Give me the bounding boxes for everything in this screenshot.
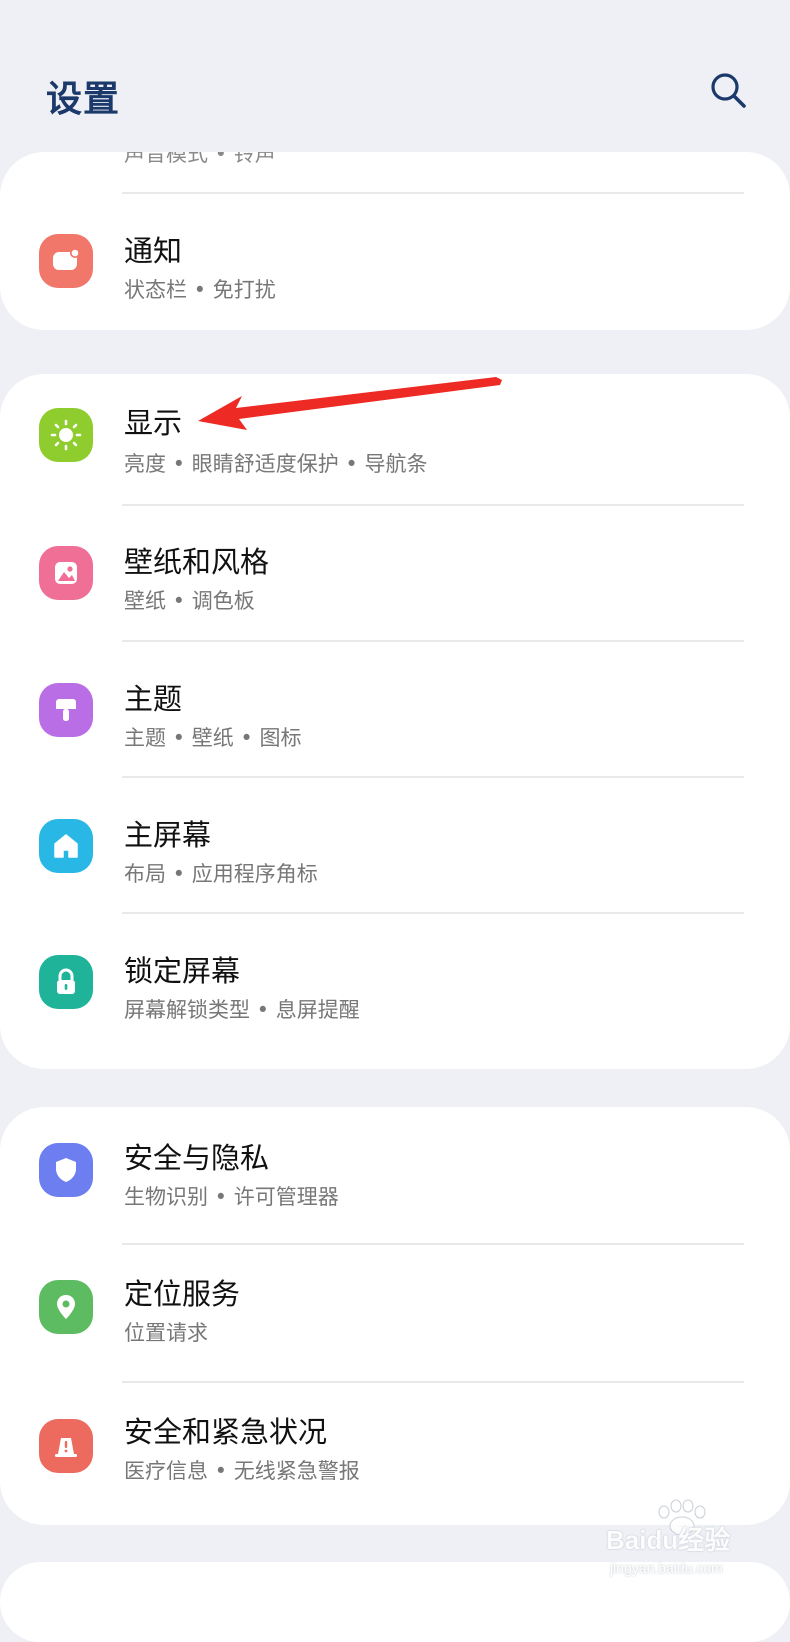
settings-item-security-privacy[interactable]: 安全与隐私 生物识别 • 许可管理器 [0,1107,790,1245]
settings-item-title: 壁纸和风格 [124,545,270,579]
settings-item-lock-screen[interactable]: 锁定屏幕 屏幕解锁类型 • 息屏提醒 [0,914,790,1052]
baidu-watermark: Baidu经验 jingyan.baidu.com [600,1498,770,1588]
settings-item-title: 主题 [124,682,183,716]
app-header: 设置 [0,0,790,150]
settings-item-themes[interactable]: 主题 主题 • 壁纸 • 图标 [0,642,790,780]
settings-item-title: 定位服务 [124,1277,241,1311]
settings-item-location[interactable]: 定位服务 位置请求 [0,1245,790,1383]
settings-item-subtitle: 主题 • 壁纸 • 图标 [124,726,302,750]
settings-item-title: 主屏幕 [124,818,212,852]
settings-item-subtitle: 位置请求 [124,1321,208,1345]
settings-item-wallpaper-style[interactable]: 壁纸和风格 壁纸 • 调色板 [0,505,790,643]
sun-icon [39,408,93,462]
settings-item-subtitle: 布局 • 应用程序角标 [124,862,318,886]
emergency-icon [39,1419,93,1473]
shield-icon [39,1143,93,1197]
settings-item-subtitle: 医疗信息 • 无线紧急警报 [124,1459,360,1483]
home-icon [39,819,93,873]
image-icon [39,546,93,600]
settings-item-subtitle: 状态栏 • 免打扰 [124,278,276,302]
watermark-url: jingyan.baidu.com [610,1560,723,1576]
settings-item-subtitle: 亮度 • 眼睛舒适度保护 • 导航条 [124,452,428,476]
settings-item-display[interactable]: 显示 亮度 • 眼睛舒适度保护 • 导航条 [0,374,790,512]
notification-icon [39,234,93,288]
settings-item-title: 锁定屏幕 [124,954,241,988]
settings-item-subtitle: 屏幕解锁类型 • 息屏提醒 [124,998,360,1022]
settings-item-subtitle: 生物识别 • 许可管理器 [124,1185,339,1209]
settings-item-title: 安全和紧急状况 [124,1415,328,1449]
lock-icon [39,955,93,1009]
search-button[interactable] [708,70,748,110]
search-icon [711,73,746,108]
settings-item-title: 安全与隐私 [124,1141,270,1175]
page-title: 设置 [46,79,121,120]
settings-item-notifications[interactable]: 通知 状态栏 • 免打扰 [0,192,790,330]
settings-group-display: 显示 亮度 • 眼睛舒适度保护 • 导航条 壁纸和风格 壁纸 • 调色板 主题 … [0,374,790,1069]
settings-group-security: 安全与隐私 生物识别 • 许可管理器 定位服务 位置请求 安全和紧急状况 医疗信… [0,1107,790,1525]
settings-item-subtitle: 壁纸 • 调色板 [124,589,255,613]
sounds-row-subtitle-partial: 声音模式 • 铃声 [124,152,276,166]
location-pin-icon [39,1280,93,1334]
settings-item-title: 通知 [124,234,183,268]
watermark-brand: Baidu经验 [606,1525,731,1555]
settings-group-sounds-notifications: 声音模式 • 铃声 通知 状态栏 • 免打扰 [0,152,790,330]
settings-item-title: 显示 [124,406,183,440]
paintbrush-icon [39,683,93,737]
settings-item-home-screen[interactable]: 主屏幕 布局 • 应用程序角标 [0,778,790,916]
